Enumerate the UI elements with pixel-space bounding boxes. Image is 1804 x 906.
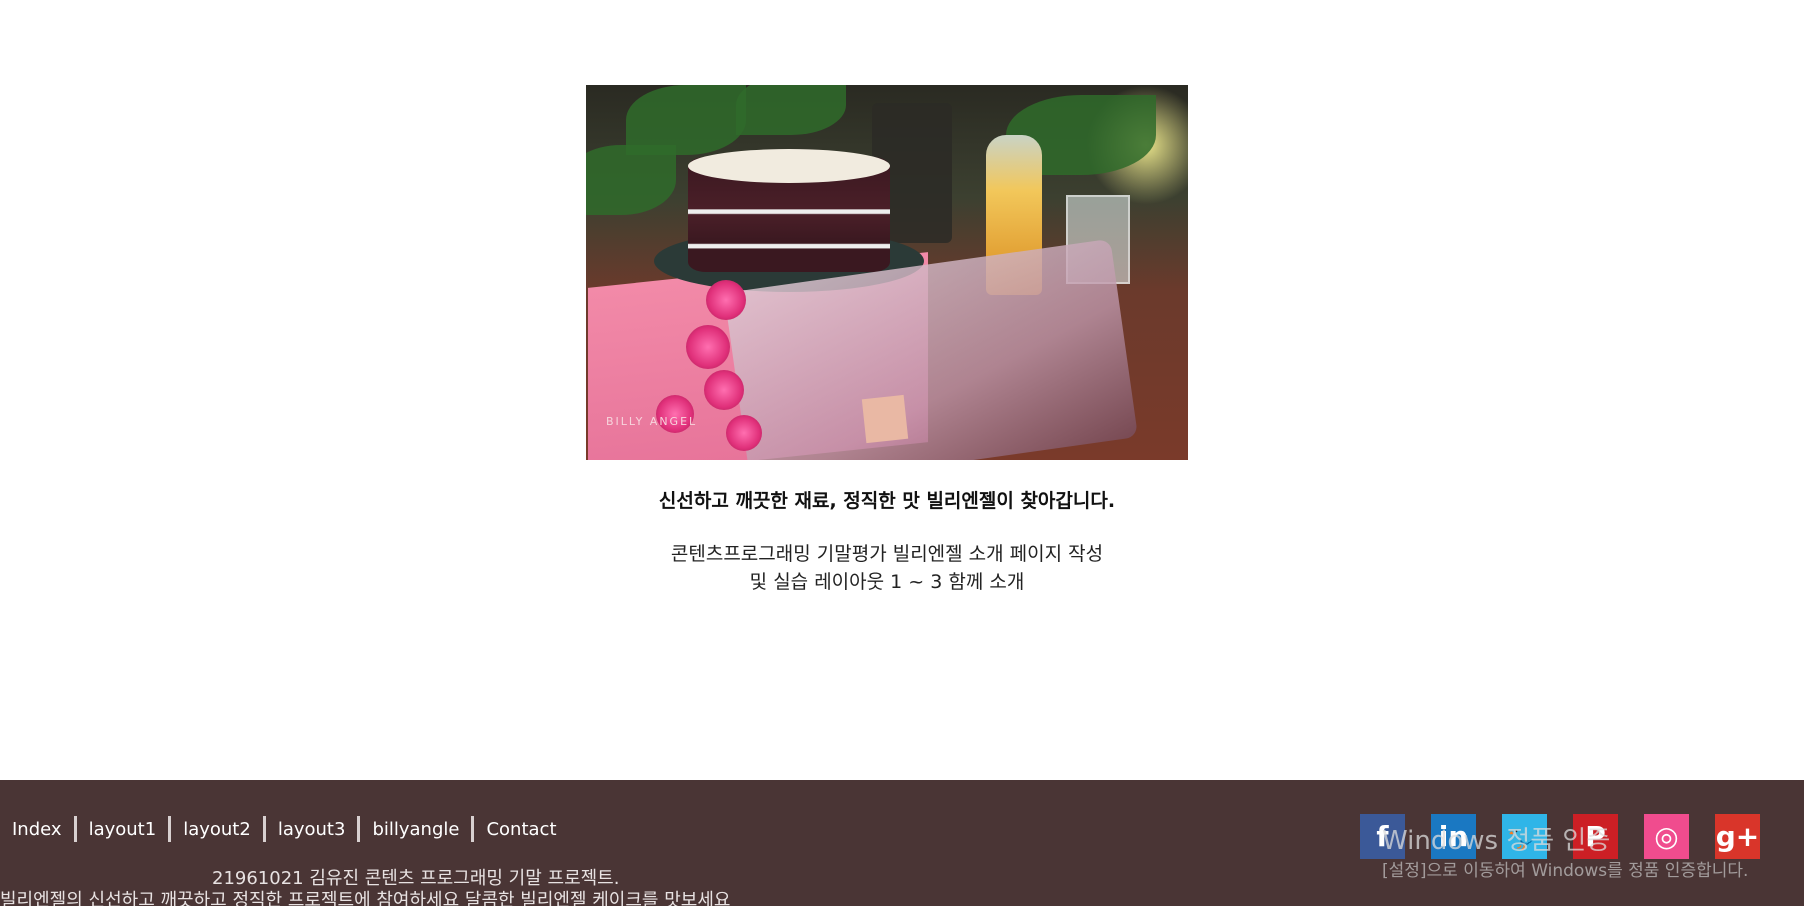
nav-link-index[interactable]: Index — [12, 819, 62, 840]
nav-divider — [73, 816, 77, 842]
dribbble-icon[interactable]: ◎ — [1644, 814, 1689, 859]
cake-frosting — [688, 149, 890, 183]
pinterest-icon[interactable]: P — [1573, 814, 1618, 859]
hero-image: BILLY ANGEL — [586, 85, 1188, 460]
rose — [726, 415, 762, 451]
tagline: 신선하고 깨끗한 재료, 정직한 맛 빌리엔젤이 찾아갑니다. — [658, 490, 1116, 512]
leaf — [586, 145, 676, 215]
rose — [706, 280, 746, 320]
nav-divider — [262, 816, 266, 842]
box-print: BILLY ANGEL — [606, 415, 698, 428]
nav-link-layout1[interactable]: layout1 — [89, 819, 157, 840]
nav-link-layout3[interactable]: layout3 — [278, 819, 346, 840]
rose — [704, 370, 744, 410]
description-line: 및 실습 레이아웃 1 ~ 3 함께 소개 — [749, 571, 1025, 593]
nav-link-billyangle[interactable]: billyangle — [372, 819, 459, 840]
footer: Index layout1 layout2 layout3 billyangle… — [0, 780, 1804, 906]
social-links: f in 🐦 P ◎ g+ — [1360, 814, 1760, 859]
page: BILLY ANGEL 신선하고 깨끗한 재료, 정직한 맛 빌리엔젤이 찾아갑… — [0, 0, 1804, 906]
windows-activation-subtitle: [설정]으로 이동하여 Windows를 정품 인증합니다. — [1382, 861, 1749, 881]
nav-link-contact[interactable]: Contact — [486, 819, 556, 840]
nav-link-layout2[interactable]: layout2 — [183, 819, 251, 840]
nav-divider — [357, 816, 361, 842]
nav-divider — [168, 816, 172, 842]
nav-divider — [471, 816, 475, 842]
linkedin-icon[interactable]: in — [1431, 814, 1476, 859]
facebook-icon[interactable]: f — [1360, 814, 1405, 859]
leaf — [736, 85, 846, 135]
rose — [686, 325, 730, 369]
slogan-text: 빌리엔젤의 신선하고 깨끗하고 정직한 프로젝트에 참여하세요 달콤한 빌리엔젤… — [0, 890, 731, 906]
google-plus-icon[interactable]: g+ — [1715, 814, 1760, 859]
description-line: 콘텐츠프로그래밍 기말평가 빌리엔젤 소개 페이지 작성 — [670, 543, 1104, 565]
footer-nav: Index layout1 layout2 layout3 billyangle… — [12, 816, 557, 842]
bouquet-tag — [861, 394, 909, 444]
twitter-icon[interactable]: 🐦 — [1502, 814, 1547, 859]
description: 콘텐츠프로그래밍 기말평가 빌리엔젤 소개 페이지 작성 및 실습 레이아웃 1… — [0, 540, 1774, 596]
